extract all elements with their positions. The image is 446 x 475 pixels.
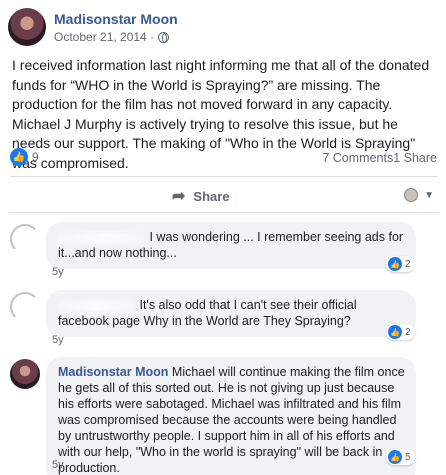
- divider: [10, 176, 438, 177]
- divider: [10, 212, 438, 213]
- globe-icon: [158, 31, 170, 43]
- chevron-down-icon: ▼: [424, 189, 434, 201]
- like-reaction-icon: 👍: [388, 450, 402, 464]
- comment-bubble: Madisonstar Moon Michael will continue m…: [46, 357, 416, 475]
- comments-count-link[interactable]: 7 Comments: [322, 151, 393, 165]
- comment-reactions[interactable]: 👍 2: [386, 324, 415, 340]
- comment-as-selector[interactable]: ▼: [404, 188, 434, 202]
- commenter-avatar[interactable]: [10, 224, 40, 254]
- commenter-name[interactable]: Madisonstar Moon: [58, 365, 168, 379]
- comment-bubble: It's also odd that I can't see their off…: [46, 290, 416, 337]
- post-meta: October 21, 2014 ·: [54, 30, 170, 44]
- comment-reaction-count: 5: [405, 451, 411, 463]
- share-button[interactable]: ➦ Share: [172, 186, 230, 206]
- like-reaction-icon: 👍: [388, 325, 402, 339]
- post-header: Madisonstar Moon October 21, 2014 ·: [8, 8, 438, 52]
- comment-text: Michael will continue making the film on…: [58, 365, 405, 475]
- comment-timestamp[interactable]: 5y: [52, 334, 64, 346]
- shares-count-link[interactable]: 1 Share: [393, 151, 437, 165]
- comment-timestamp[interactable]: 5y: [52, 459, 64, 471]
- commenter-name-redacted: [58, 231, 146, 244]
- post-author-name[interactable]: Madisonstar Moon: [54, 11, 178, 27]
- viewer-avatar: [404, 188, 419, 202]
- commenter-avatar[interactable]: [10, 292, 40, 322]
- like-reaction-icon: 👍: [388, 257, 402, 271]
- commenter-name-redacted: [58, 299, 136, 312]
- post-date[interactable]: October 21, 2014 ·: [54, 30, 154, 44]
- comment-reactions[interactable]: 👍 5: [386, 449, 415, 465]
- post-reactions[interactable]: 👍 9: [10, 148, 39, 166]
- share-label: Share: [193, 188, 230, 204]
- engagement-counts: 7 Comments 1 Share: [322, 151, 437, 165]
- like-reaction-icon: 👍: [10, 148, 28, 166]
- comment-bubble: I was wondering ... I remember seeing ad…: [46, 222, 416, 269]
- action-bar: ➦ Share ▼: [0, 180, 446, 210]
- share-arrow-icon: ➦: [172, 188, 186, 205]
- comment-reaction-count: 2: [405, 326, 411, 338]
- author-avatar[interactable]: [8, 8, 46, 46]
- commenter-avatar[interactable]: [10, 359, 40, 389]
- comment-timestamp[interactable]: 5y: [52, 266, 64, 278]
- comment-reaction-count: 2: [405, 258, 411, 270]
- comment-reactions[interactable]: 👍 2: [386, 256, 415, 272]
- reaction-count: 9: [32, 150, 39, 164]
